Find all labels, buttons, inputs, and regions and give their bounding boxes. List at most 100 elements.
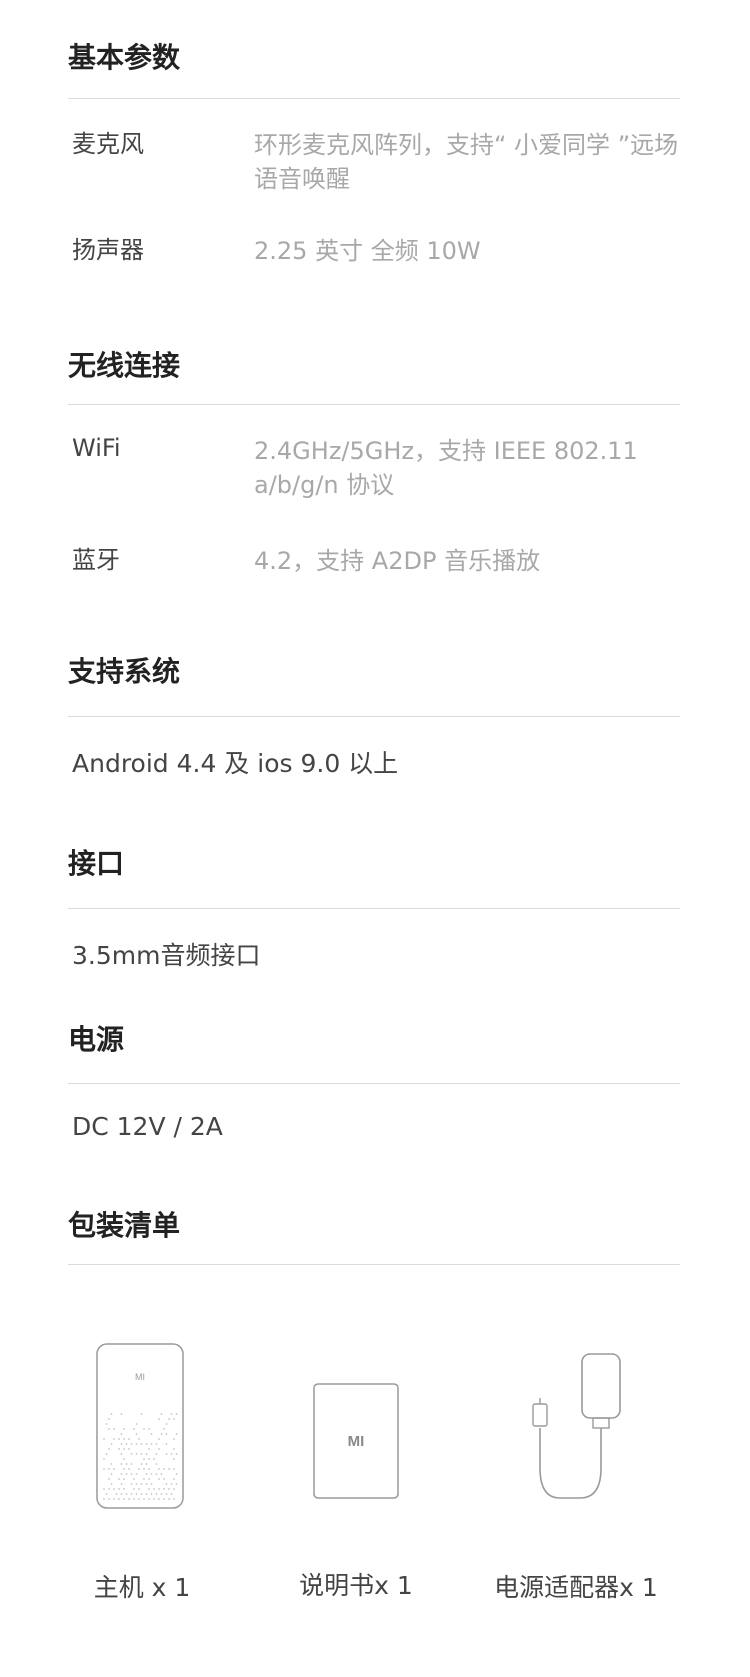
speaker-grille-dot [121,1453,123,1455]
divider [68,716,680,717]
speaker-grille-dot [106,1493,108,1495]
speaker-grille-dot [106,1423,108,1425]
speaker-grille-dot [176,1483,178,1485]
speaker-grille-dot [123,1428,125,1430]
spec-label-microphone: 麦克风 [72,124,144,159]
speaker-grille-dot [121,1413,123,1415]
speaker-grille-dot [176,1473,178,1475]
speaker-grille-dot [143,1478,145,1480]
speaker-grille-dot [158,1498,160,1500]
speaker-grille-dot [141,1453,143,1455]
speaker-grille-dot [123,1468,125,1470]
speaker-grille-dot [148,1498,150,1500]
power-adapter-icon [520,1348,630,1508]
spec-value-microphone: 环形麦克风阵列，支持“ 小爱同学 ”远场语音唤醒 [254,128,684,196]
speaker-grille-dot [163,1468,165,1470]
speaker-grille-dot [111,1463,113,1465]
port-value: 3.5mm音频接口 [72,936,260,972]
speaker-grille-dot [128,1468,130,1470]
speaker-grille-dot [158,1438,160,1440]
speaker-grille-dot [141,1463,143,1465]
speaker-grille-dot [113,1498,115,1500]
speaker-grille-dot [151,1433,153,1435]
speaker-grille-dot [111,1483,113,1485]
speaker-grille-dot [166,1453,168,1455]
speaker-grille-dot [173,1488,175,1490]
speaker-grille-dot [126,1493,128,1495]
speaker-grille-dot [136,1443,138,1445]
speaker-grille-dot [141,1493,143,1495]
speaker-grille-dot [133,1488,135,1490]
speaker-grille-dot [118,1448,120,1450]
speaker-grille-dot [146,1493,148,1495]
speaker-grille-dot [111,1473,113,1475]
speaker-grille-dot [148,1478,150,1480]
speaker-grille-dot [113,1488,115,1490]
speaker-grille-dot [163,1428,165,1430]
speaker-grille-dot [156,1453,158,1455]
speaker-grille-dot [141,1483,143,1485]
speaker-grille-dot [143,1458,145,1460]
speaker-grille-dot [123,1478,125,1480]
speaker-grille-dot [118,1498,120,1500]
speaker-grille-dot [161,1473,163,1475]
speaker-grille-dot [166,1423,168,1425]
speaker-grille-dot [171,1493,173,1495]
spec-value-speaker: 2.25 英寸 全频 10W [254,234,684,268]
speaker-grille-dot [123,1488,125,1490]
manual-logo: MI [348,1433,365,1450]
power-value: DC 12V / 2A [72,1112,223,1141]
speaker-grille-dot [136,1423,138,1425]
speaker-grille-dot [153,1458,155,1460]
speaker-grille-dot [121,1443,123,1445]
divider [68,1083,680,1084]
speaker-grille-dot [136,1453,138,1455]
speaker-grille-dot [133,1498,135,1500]
divider [68,98,680,99]
speaker-grille-dot [133,1428,135,1430]
speaker-grille-dot [163,1478,165,1480]
speaker-grille-dot [146,1443,148,1445]
speaker-grille-dot [118,1438,120,1440]
speaker-grille-dot [131,1483,133,1485]
speaker-grille-dot [103,1438,105,1440]
speaker-grille-dot [121,1463,123,1465]
speaker-grille-dot [111,1443,113,1445]
speaker-grille-dot [158,1448,160,1450]
speaker-grille-dot [131,1443,133,1445]
speaker-grille-dot [106,1453,108,1455]
speaker-grille-dot [136,1483,138,1485]
spec-label-speaker: 扬声器 [72,230,144,265]
speaker-grille-dot [138,1438,140,1440]
speaker-grille-dot [171,1483,173,1485]
speaker-grille-dot [118,1488,120,1490]
package-item-label: 主机 x 1 [32,1568,252,1604]
speaker-grille-dot [158,1418,160,1420]
speaker-grille-dot [168,1488,170,1490]
speaker-grille-dot [173,1418,175,1420]
divider [68,404,680,405]
speaker-grille-dot [113,1428,115,1430]
spec-label-bluetooth: 蓝牙 [72,540,120,575]
speaker-grille-dot [136,1433,138,1435]
speaker-grille-dot [146,1463,148,1465]
speaker-grille-dot [113,1468,115,1470]
speaker-grille-dot [131,1453,133,1455]
speaker-grille-dot [156,1473,158,1475]
speaker-grille-dot [171,1413,173,1415]
speaker-grille-dot [123,1458,125,1460]
package-item-label: 电源适配器x 1 [466,1568,686,1604]
speaker-grille-dot [108,1418,110,1420]
speaker-grille-dot [166,1433,168,1435]
spec-label-wifi: WiFi [72,434,121,462]
speaker-grille-dot [146,1483,148,1485]
manual-icon: MI [306,1378,406,1504]
speaker-grille-dot [168,1468,170,1470]
speaker-grille-dot [108,1488,110,1490]
speaker-grille-dot [108,1478,110,1480]
speaker-grille-dot [138,1488,140,1490]
speaker-grille-dot [151,1483,153,1485]
speaker-grille-dot [103,1468,105,1470]
speaker-grille-dot [153,1498,155,1500]
speaker-grille-dot [156,1493,158,1495]
